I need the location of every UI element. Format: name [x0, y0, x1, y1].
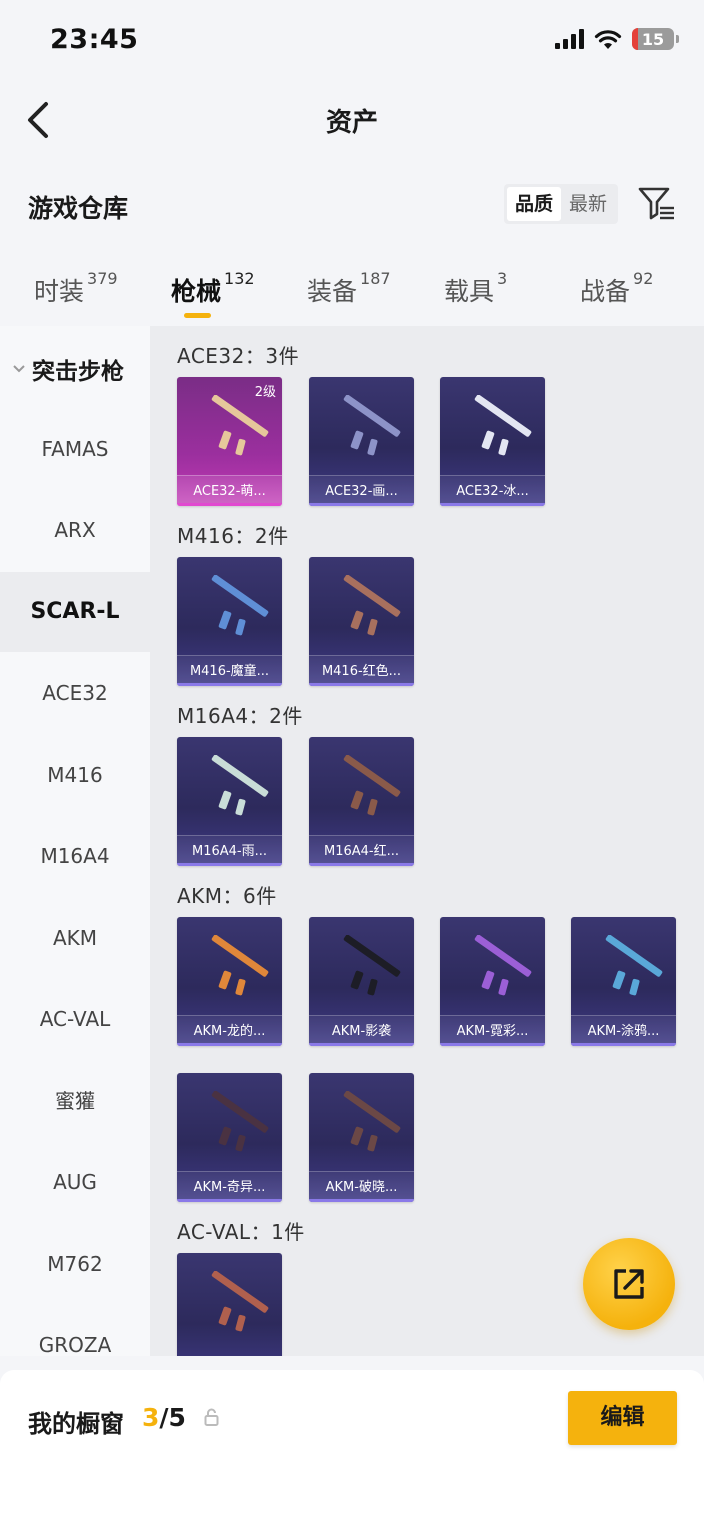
weapon-name: ACE32-萌...: [193, 484, 266, 499]
sidebar-item-honey-badger[interactable]: 蜜獾: [0, 1061, 150, 1141]
share-icon: [614, 1269, 644, 1299]
rifle-icon: [211, 1271, 269, 1332]
sidebar-item-akm[interactable]: AKM: [0, 898, 150, 978]
weapon-name: M416-魔童...: [189, 664, 270, 679]
rifle-icon: [343, 395, 401, 456]
sidebar-item-arx[interactable]: ARX: [0, 490, 150, 570]
weapon-name: ACE32-冰...: [456, 484, 529, 499]
sidebar-item-m762[interactable]: M762: [0, 1224, 150, 1304]
weapon-card[interactable]: M416-魔童...: [177, 557, 282, 686]
weapon-card[interactable]: [177, 1253, 282, 1356]
signal-icon: [555, 29, 584, 49]
group-label-ac-val: AC-VAL：1件: [177, 1220, 305, 1244]
weapon-card[interactable]: ACE32-画...: [309, 377, 414, 506]
weapon-name: M16A4-红...: [323, 844, 399, 859]
showcase-footer: 我的橱窗 3/5 编辑: [0, 1370, 704, 1523]
group-label-akm: AKM：6件: [177, 884, 277, 908]
share-button[interactable]: [583, 1238, 675, 1330]
tab-firearms[interactable]: 枪械 132: [171, 269, 255, 308]
rifle-icon: [211, 1091, 269, 1152]
weapon-card[interactable]: AKM-涂鸦...: [571, 917, 676, 1046]
tab-vehicles[interactable]: 载具 3: [444, 269, 507, 308]
group-label-m416: M416：2件: [177, 524, 289, 548]
weapon-name: ACE32-画...: [325, 484, 398, 499]
tab-supplies[interactable]: 战备 92: [580, 269, 653, 308]
rifle-icon: [474, 395, 532, 456]
weapon-card[interactable]: AKM-霓彩...: [440, 917, 545, 1046]
sidebar-item-m16a4[interactable]: M16A4: [0, 816, 150, 896]
rifle-icon: [211, 935, 269, 996]
lock-icon: [204, 1408, 219, 1426]
weapon-name: AKM-霓彩...: [456, 1024, 529, 1039]
rifle-icon: [343, 755, 401, 816]
weapon-name: AKM-奇异...: [193, 1180, 266, 1195]
weapon-name: AKM-涂鸦...: [587, 1024, 660, 1039]
category-tabs: 时装 379 枪械 132 装备 187 载具 3 战备 92: [0, 262, 704, 322]
showcase-title: 我的橱窗: [28, 1410, 124, 1438]
weapon-name: M416-红色...: [321, 664, 402, 679]
page-title: 资产: [325, 108, 378, 138]
sort-toggle: 品质 最新: [504, 184, 619, 224]
sort-newest-button[interactable]: 最新: [561, 187, 615, 221]
weapon-name: AKM-破晓...: [325, 1180, 398, 1195]
wifi-icon: [594, 29, 622, 49]
sidebar-item-aug[interactable]: AUG: [0, 1142, 150, 1222]
sort-quality-button[interactable]: 品质: [507, 187, 562, 221]
sidebar-item-groza[interactable]: GROZA: [0, 1305, 150, 1356]
battery-level: 15: [641, 29, 665, 49]
weapon-card[interactable]: AKM-奇异...: [177, 1073, 282, 1202]
status-bar: 23:45 15: [0, 0, 704, 84]
weapon-name: M16A4-雨...: [191, 844, 267, 859]
weapon-sidebar: 突击步枪 FAMAS ARX SCAR-L ACE32 M416 M16A4 A…: [0, 326, 150, 1356]
group-label-m16a4: M16A4：2件: [177, 704, 303, 728]
weapon-card[interactable]: M16A4-红...: [309, 737, 414, 866]
showcase-count: 3/5: [142, 1403, 186, 1432]
sidebar-item-ac-val[interactable]: AC-VAL: [0, 979, 150, 1059]
rifle-icon: [343, 575, 401, 636]
sidebar-item-scar-l[interactable]: SCAR-L: [0, 572, 150, 652]
rifle-icon: [211, 755, 269, 816]
weapon-card[interactable]: M16A4-雨...: [177, 737, 282, 866]
weapon-grid: ACE32：3件 2级 ACE32-萌... ACE32-画... ACE32-…: [150, 326, 704, 1356]
group-label-ace32: ACE32：3件: [177, 344, 300, 368]
sidebar-item-famas[interactable]: FAMAS: [0, 409, 150, 489]
sidebar-group-assault-rifles[interactable]: 突击步枪: [12, 352, 124, 386]
weapon-card[interactable]: AKM-破晓...: [309, 1073, 414, 1202]
tab-equipment[interactable]: 装备 187: [307, 269, 391, 308]
rifle-icon: [343, 1091, 401, 1152]
rifle-icon: [211, 395, 269, 456]
chevron-down-icon: [13, 365, 25, 373]
rifle-icon: [605, 935, 663, 996]
nav-bar: 资产: [0, 84, 704, 154]
edit-button[interactable]: 编辑: [568, 1391, 677, 1445]
weapon-name: AKM-影袭: [331, 1024, 392, 1039]
sidebar-item-ace32[interactable]: ACE32: [0, 653, 150, 733]
weapon-card[interactable]: AKM-龙的...: [177, 917, 282, 1046]
rifle-icon: [474, 935, 532, 996]
filter-icon[interactable]: [638, 186, 676, 222]
weapon-card[interactable]: M416-红色...: [309, 557, 414, 686]
status-time: 23:45: [50, 24, 139, 55]
weapon-card[interactable]: ACE32-冰...: [440, 377, 545, 506]
rifle-icon: [343, 935, 401, 996]
weapon-card[interactable]: AKM-影袭: [309, 917, 414, 1046]
weapon-name: AKM-龙的...: [193, 1024, 266, 1039]
active-tab-indicator: [184, 313, 211, 318]
battery-icon: 15: [632, 28, 679, 50]
warehouse-title: 游戏仓库: [28, 194, 129, 223]
rifle-icon: [211, 575, 269, 636]
weapon-card[interactable]: 2级 ACE32-萌...: [177, 377, 282, 506]
status-icons: 15: [555, 28, 679, 50]
sidebar-item-m416[interactable]: M416: [0, 735, 150, 815]
tab-fashion[interactable]: 时装 379: [34, 269, 118, 308]
